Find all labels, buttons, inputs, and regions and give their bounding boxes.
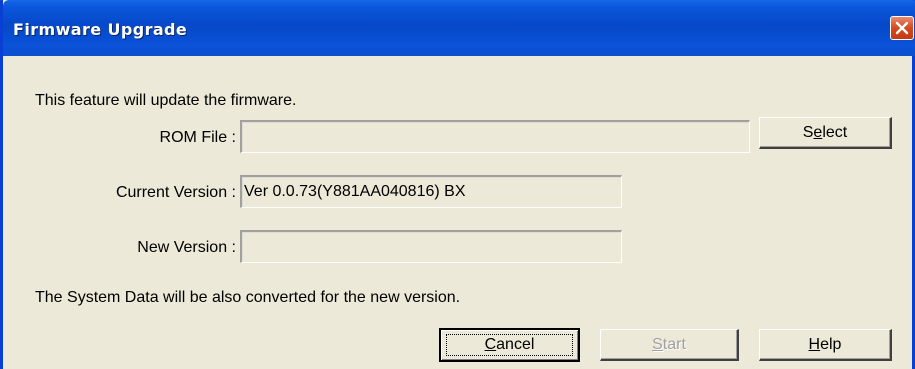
title-bar[interactable]: Firmware Upgrade [3,0,915,56]
rom-file-label: ROM File : [159,129,236,146]
close-button[interactable] [890,16,914,40]
intro-text: This feature will update the firmware. [35,92,297,109]
cancel-button[interactable]: Cancel [439,328,580,362]
start-button[interactable]: Start [600,329,739,361]
select-button-label: Select [802,124,848,141]
help-button[interactable]: Help [759,329,892,361]
focus-rect [446,334,573,356]
firmware-upgrade-dialog: Firmware Upgrade This feature will updat… [0,0,915,369]
new-version-field [240,230,622,263]
help-button-label: Help [808,336,842,353]
conversion-note-text: The System Data will be also converted f… [35,289,461,306]
start-button-label: Start [652,336,686,353]
close-icon [895,21,909,35]
current-version-field: Ver 0.0.73(Y881AA040816) BX [240,175,622,208]
new-version-label: New Version : [137,239,236,256]
select-button[interactable]: Select [759,117,892,149]
rom-file-field[interactable] [240,120,750,153]
window-title: Firmware Upgrade [13,20,188,39]
current-version-label: Current Version : [115,184,236,201]
